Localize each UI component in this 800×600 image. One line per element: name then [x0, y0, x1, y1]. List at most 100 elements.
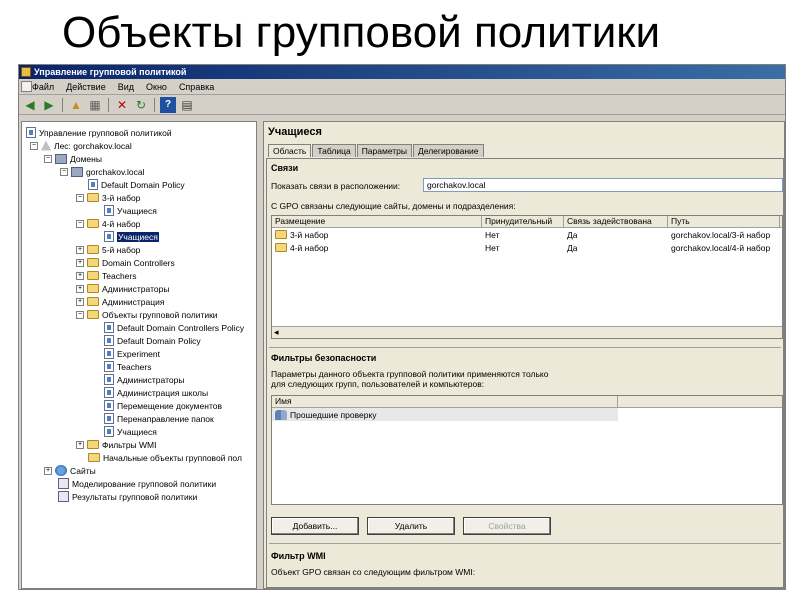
tree-item-label: Учащиеся	[117, 231, 159, 242]
tree-item-label: Администраторы	[117, 374, 185, 385]
menu-view[interactable]: Вид	[118, 82, 134, 92]
add-button[interactable]: Добавить...	[271, 517, 359, 535]
tree-item-domains[interactable]: − Домены	[44, 152, 102, 165]
tab-details[interactable]: Таблица	[312, 144, 356, 157]
tree-item-label: Domain Controllers	[102, 257, 175, 268]
expand-icon[interactable]: +	[44, 466, 52, 475]
tree-item-gpo[interactable]: Перенаправление папок	[104, 412, 214, 425]
tree-item-students-link-3[interactable]: Учащиеся	[104, 204, 157, 217]
divider	[269, 347, 781, 348]
security-filtering-header: Фильтры безопасности	[271, 353, 377, 363]
tree-item-domain-controllers[interactable]: + Domain Controllers	[76, 256, 175, 269]
horizontal-scrollbar[interactable]: ◂	[272, 326, 782, 338]
column-header[interactable]: Путь	[668, 216, 780, 227]
expand-icon[interactable]: +	[76, 297, 84, 306]
tree-item-gp-results[interactable]: Результаты групповой политики	[58, 490, 197, 503]
tree-item-teachers[interactable]: + Teachers	[76, 269, 137, 282]
tree-item-forest[interactable]: − Лес: gorchakov.local	[30, 139, 132, 152]
remove-button[interactable]: Удалить	[367, 517, 455, 535]
help-icon[interactable]: ?	[160, 96, 176, 113]
show-tree-icon[interactable]: ▦	[87, 97, 103, 113]
tab-scope[interactable]: Область	[268, 144, 312, 157]
tree-item-gpo[interactable]: Администраторы	[104, 373, 184, 386]
tree-item-ou-4[interactable]: − 4-й набор	[76, 217, 140, 230]
collapse-icon[interactable]: −	[76, 219, 84, 228]
ou-folder-icon	[275, 243, 287, 252]
ou-folder-icon	[87, 219, 99, 228]
cell-enforced: Нет	[485, 229, 500, 240]
tree-item-students-link-4-selected[interactable]: Учащиеся	[104, 230, 159, 243]
delete-icon[interactable]: ✕	[114, 97, 130, 113]
collapse-icon[interactable]: −	[60, 167, 68, 176]
cell-location: 4-й набор	[290, 242, 329, 253]
table-row[interactable]: Прошедшие проверку	[272, 408, 618, 421]
tree-item-gpo[interactable]: Учащиеся	[104, 425, 157, 438]
slide-title: Объекты групповой политики	[62, 8, 661, 57]
links-header: Связи	[271, 163, 299, 173]
console-tree: Управление групповой политикой − Лес: go…	[21, 121, 257, 589]
collapse-icon[interactable]: −	[76, 193, 84, 202]
tree-item-administration[interactable]: + Администрация	[76, 295, 164, 308]
menu-help[interactable]: Справка	[179, 82, 214, 92]
tab-delegation[interactable]: Делегирование	[413, 144, 484, 157]
tree-item-gpo[interactable]: Teachers	[104, 360, 152, 373]
column-header[interactable]: Принудительный	[482, 216, 564, 227]
refresh-icon[interactable]: ↻	[133, 97, 149, 113]
modeling-icon	[58, 478, 69, 489]
up-folder-icon[interactable]: ▲	[68, 97, 84, 113]
security-text-line1: Параметры данного объекта групповой поли…	[271, 369, 549, 379]
properties-icon[interactable]: ▤	[179, 97, 195, 113]
column-header[interactable]: Связь задействована	[564, 216, 668, 227]
properties-button[interactable]: Свойства	[463, 517, 551, 535]
users-group-icon	[275, 409, 287, 420]
column-header[interactable]: Размещение	[272, 216, 482, 227]
table-row[interactable]: 4-й набор Нет Да gorchakov.local/4-й наб…	[272, 241, 782, 254]
tree-item-gpo[interactable]: Default Domain Policy	[104, 334, 201, 347]
tree-item-ou-3[interactable]: − 3-й набор	[76, 191, 140, 204]
expand-icon[interactable]: +	[76, 440, 84, 449]
back-arrow-icon[interactable]: ◀	[22, 97, 38, 113]
expand-icon[interactable]: +	[76, 271, 84, 280]
window-titlebar[interactable]: Управление групповой политикой	[19, 65, 785, 79]
tree-item-gpo[interactable]: Default Domain Controllers Policy	[104, 321, 244, 334]
expand-icon[interactable]: +	[76, 245, 84, 254]
column-header[interactable]: Имя	[272, 396, 618, 407]
tree-item-domain[interactable]: − gorchakov.local	[60, 165, 144, 178]
forward-arrow-icon[interactable]: ▶	[41, 97, 57, 113]
tree-item-gpo[interactable]: Перемещение документов	[104, 399, 222, 412]
tree-item-wmi-filters[interactable]: + Фильтры WMI	[76, 438, 157, 451]
tree-item-administrators[interactable]: + Администраторы	[76, 282, 169, 295]
tree-item-sites[interactable]: + Сайты	[44, 464, 96, 477]
divider	[269, 543, 781, 544]
tree-item-gp-modeling[interactable]: Моделирование групповой политики	[58, 477, 216, 490]
scroll-left-icon[interactable]: ◂	[274, 327, 279, 338]
gpo-icon	[104, 374, 114, 385]
tree-item-gpo[interactable]: Experiment	[104, 347, 160, 360]
menu-window[interactable]: Окно	[146, 82, 167, 92]
tree-item-starter-gpos[interactable]: Начальные объекты групповой пол	[88, 451, 242, 464]
tab-settings[interactable]: Параметры	[356, 144, 412, 157]
tree-item-gpo[interactable]: Администрация школы	[104, 386, 208, 399]
system-menu-icon[interactable]	[21, 81, 32, 92]
table-row[interactable]: 3-й набор Нет Да gorchakov.local/3-й наб…	[272, 228, 782, 241]
tree-item-ou-5[interactable]: + 5-й набор	[76, 243, 140, 256]
expand-icon[interactable]: +	[76, 258, 84, 267]
tree-item-label: Default Domain Controllers Policy	[117, 322, 245, 333]
menu-file[interactable]: Файл	[32, 82, 54, 92]
cell-name: Прошедшие проверку	[290, 409, 377, 420]
tree-item-gpo-container[interactable]: − Объекты групповой политики	[76, 308, 218, 321]
menu-action[interactable]: Действие	[66, 82, 106, 92]
tree-item-default-domain-policy-link[interactable]: Default Domain Policy	[88, 178, 185, 191]
gpo-link-icon	[104, 205, 114, 216]
collapse-icon[interactable]: −	[30, 141, 38, 150]
toolbar-separator	[154, 97, 155, 112]
ou-folder-icon	[87, 258, 99, 267]
tree-item-gpmc-root[interactable]: Управление групповой политикой	[26, 126, 172, 139]
show-links-combobox[interactable]: gorchakov.local	[423, 178, 783, 192]
expand-icon[interactable]: +	[76, 284, 84, 293]
results-icon	[58, 491, 69, 502]
tree-item-label: Администрация	[102, 296, 165, 307]
collapse-icon[interactable]: −	[44, 154, 52, 163]
collapse-icon[interactable]: −	[76, 310, 84, 319]
ou-folder-icon	[275, 230, 287, 239]
